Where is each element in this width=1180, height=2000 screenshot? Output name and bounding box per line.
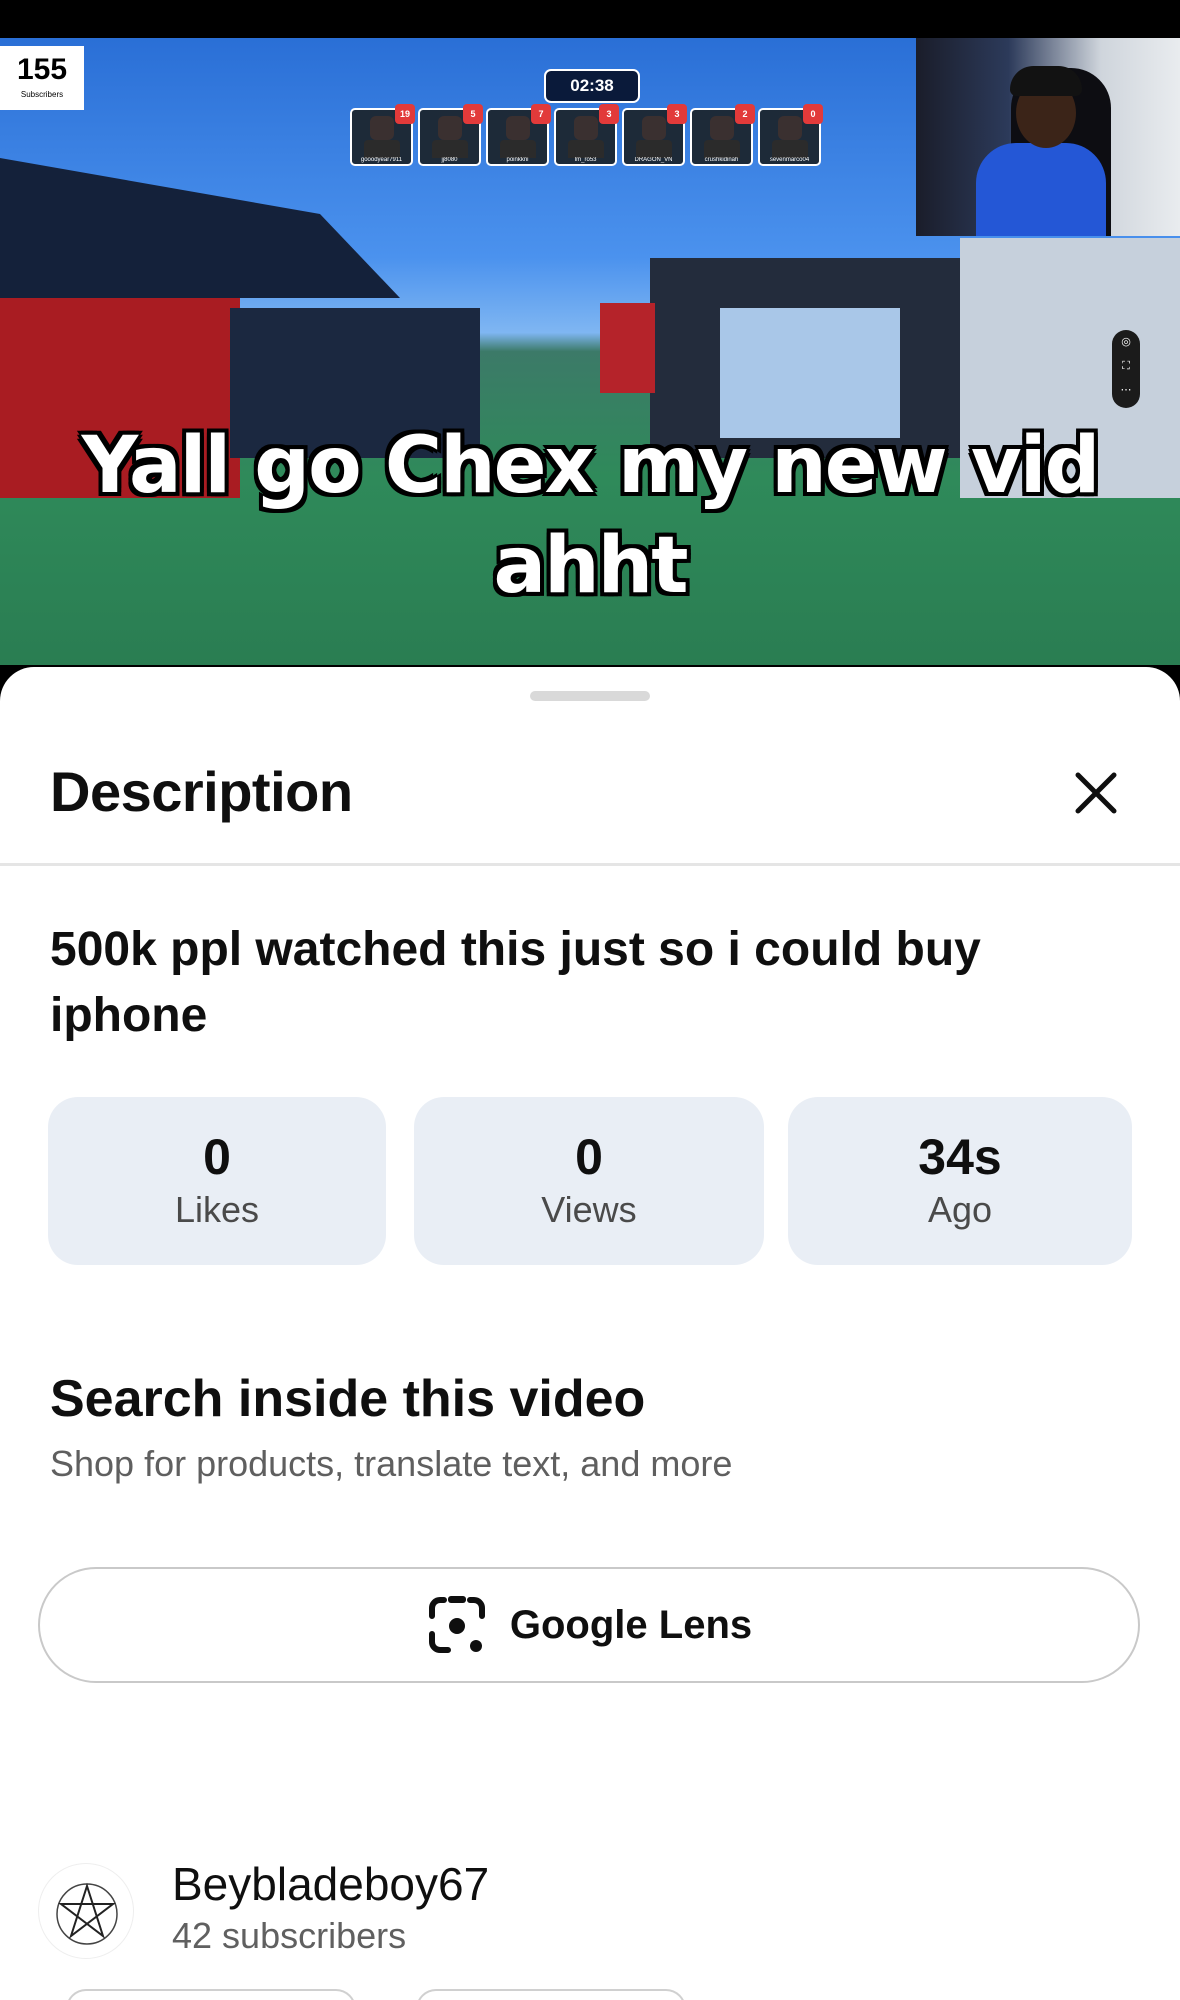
- player-name: poinkkni: [506, 157, 529, 163]
- player-name: Im_ro53: [574, 157, 597, 163]
- webcam-person-hair: [1010, 66, 1082, 96]
- webcam-person-shirt: [976, 143, 1106, 236]
- expand-icon[interactable]: ⛶: [1112, 354, 1140, 378]
- player-body: [432, 140, 468, 158]
- player-name: crushkidinah: [704, 157, 739, 163]
- likes-count: 0: [203, 1129, 231, 1185]
- player-kill-count: 19: [395, 104, 415, 124]
- channel-subscribers: 42 subscribers: [172, 1915, 407, 1956]
- player-tile: DRAGON_VN 3: [622, 104, 687, 166]
- views-stat: 0 Views: [414, 1097, 764, 1265]
- match-timer: 02:38: [544, 69, 640, 103]
- player-kill-count: 7: [531, 104, 551, 124]
- subscriber-count-badge: 155 Subscribers: [0, 46, 84, 110]
- scene-building-left: [0, 158, 400, 298]
- player-name: sevenmarco04: [769, 157, 810, 163]
- player-name: jj8080: [441, 157, 458, 163]
- player-avatar: [642, 116, 666, 140]
- sheet-divider: [0, 863, 1180, 866]
- video-title: 500k ppl watched this just so i could bu…: [50, 923, 981, 1042]
- scene-red-crate: [600, 303, 655, 393]
- age-label: Ago: [927, 1189, 993, 1230]
- player-kill-count: 2: [735, 104, 755, 124]
- more-icon[interactable]: ⋯: [1112, 378, 1140, 402]
- player-avatar: [710, 116, 734, 140]
- age-stat: 34s Ago: [788, 1097, 1132, 1265]
- views-count: 0: [575, 1129, 603, 1185]
- video-player[interactable]: 155 Subscribers 02:38 gooodyear7911 19 jj8…: [0, 38, 1180, 665]
- close-icon: [1075, 772, 1117, 814]
- subscriber-count: 155: [16, 53, 68, 86]
- player-body: [500, 140, 536, 158]
- player-body: [636, 140, 672, 158]
- player-tile: sevenmarco04 0: [758, 104, 823, 166]
- player-avatar: [778, 116, 802, 140]
- player-avatar: [370, 116, 394, 140]
- player-scoreboard: gooodyear7911 19 jj8080 5 poinkkni 7 Im_ro53 3 D…: [350, 104, 823, 166]
- player-kill-count: 0: [803, 104, 823, 124]
- player-tile: crushkidinah 2: [690, 104, 755, 166]
- sheet-title: Description: [50, 760, 353, 823]
- action-chip[interactable]: [416, 1989, 686, 2000]
- player-tile: jj8080 5: [418, 104, 483, 166]
- channel-row[interactable]: Beybladeboy67 42 subscribers: [38, 1857, 1138, 1967]
- player-body: [568, 140, 604, 158]
- pentagram-avatar-icon: [56, 1882, 118, 1945]
- game-side-controls[interactable]: ◎ ⛶ ⋯: [1112, 330, 1140, 408]
- action-chip[interactable]: [66, 1989, 356, 2000]
- player-name: DRAGON_VN: [634, 157, 673, 163]
- player-name: gooodyear7911: [360, 157, 403, 163]
- sheet-drag-handle[interactable]: [530, 691, 650, 701]
- likes-label: Likes: [174, 1189, 260, 1230]
- camera-icon[interactable]: ◎: [1112, 330, 1140, 354]
- channel-name[interactable]: Beybladeboy67: [172, 1857, 489, 1911]
- player-avatar: [506, 116, 530, 140]
- player-kill-count: 3: [599, 104, 619, 124]
- likes-stat: 0 Likes: [48, 1097, 386, 1265]
- description-sheet: Description 500k ppl watched this just s…: [0, 667, 1180, 2000]
- channel-avatar[interactable]: [38, 1863, 134, 1959]
- views-label: Views: [541, 1189, 637, 1230]
- search-inside-title: Search inside this video: [50, 1370, 646, 1428]
- age-value: 34s: [918, 1129, 1002, 1185]
- video-caption: Yall go Chex my new vid ahht: [81, 421, 1101, 611]
- player-body: [704, 140, 740, 158]
- player-body: [364, 140, 400, 158]
- google-lens-label: Google Lens: [509, 1602, 753, 1647]
- player-kill-count: 3: [667, 104, 687, 124]
- player-avatar: [438, 116, 462, 140]
- video-stats: 0 Likes 0 Views 34s Ago: [48, 1097, 1132, 1265]
- player-body: [772, 140, 808, 158]
- google-lens-icon: [428, 1596, 485, 1653]
- google-lens-button[interactable]: Google Lens: [38, 1567, 1140, 1683]
- player-tile: poinkkni 7: [486, 104, 551, 166]
- player-tile: Im_ro53 3: [554, 104, 619, 166]
- search-inside-subtitle: Shop for products, translate text, and m…: [50, 1443, 733, 1484]
- subscriber-count-label: Subscribers: [20, 90, 64, 99]
- close-button[interactable]: [1066, 763, 1126, 823]
- player-avatar: [574, 116, 598, 140]
- player-tile: gooodyear7911 19: [350, 104, 415, 166]
- webcam-overlay: [916, 38, 1180, 236]
- player-kill-count: 5: [463, 104, 483, 124]
